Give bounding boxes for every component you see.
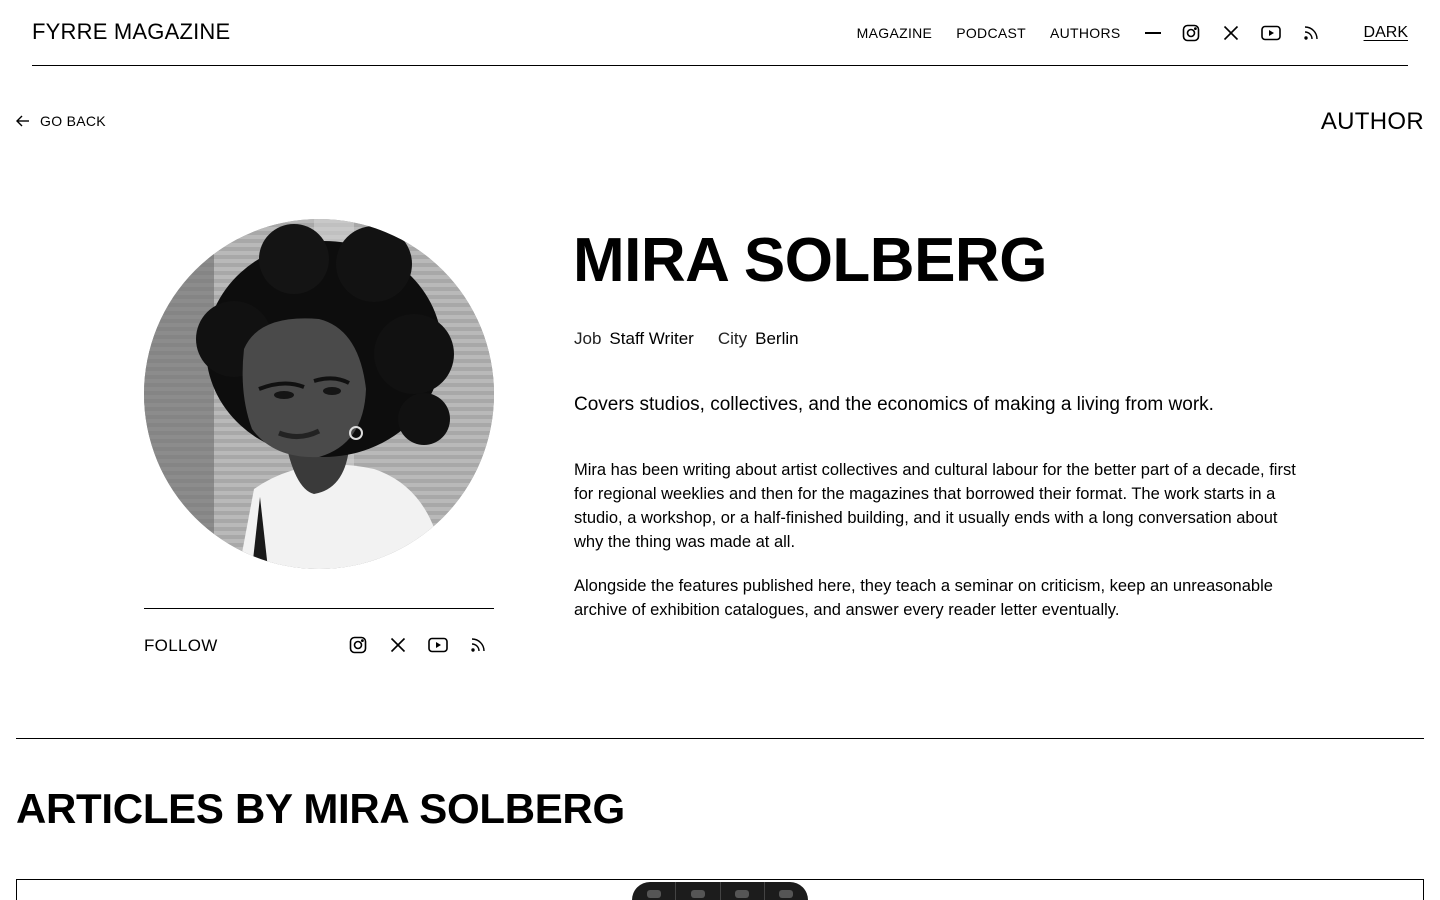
- theme-toggle[interactable]: DARK: [1364, 24, 1408, 42]
- site-logo[interactable]: FYRRE MAGAZINE: [32, 19, 230, 45]
- youtube-icon[interactable]: [1260, 23, 1281, 43]
- instagram-icon[interactable]: [1181, 23, 1201, 43]
- toolbar-segment[interactable]: [676, 882, 721, 900]
- meta-job: Job Staff Writer: [574, 329, 694, 349]
- rss-icon[interactable]: [1301, 23, 1321, 43]
- meta-city-key: City: [717, 329, 748, 348]
- main-nav: MAGAZINE PODCAST AUTHORS DARK: [857, 0, 1408, 66]
- follow-label: FOLLOW: [144, 636, 218, 655]
- go-back-label: GO BACK: [40, 113, 106, 129]
- author-tagline: Covers studios, collectives, and the eco…: [574, 394, 1214, 415]
- meta-job-key: Job: [574, 329, 602, 348]
- floating-toolbar[interactable]: [632, 882, 808, 900]
- bio-paragraph: Mira has been writing about artist colle…: [574, 461, 1296, 551]
- go-back-link[interactable]: GO BACK: [16, 113, 106, 129]
- articles-heading: ARTICLES BY MIRA SOLBERG: [16, 785, 625, 832]
- meta-job-value: Staff Writer: [609, 329, 694, 348]
- follow-icons: [328, 635, 488, 655]
- bio-paragraph: Alongside the features published here, t…: [574, 577, 1273, 619]
- nav-divider: [1144, 32, 1161, 34]
- site-header: FYRRE MAGAZINE MAGAZINE PODCAST AUTHORS: [32, 0, 1408, 66]
- nav-link-magazine[interactable]: MAGAZINE: [857, 25, 933, 41]
- toolbar-segment[interactable]: [632, 882, 677, 900]
- youtube-icon[interactable]: [428, 635, 448, 655]
- author-meta: Job Staff Writer City Berlin: [574, 329, 823, 349]
- author-bio: Mira has been writing about artist colle…: [574, 458, 1304, 642]
- x-icon[interactable]: [388, 635, 408, 655]
- section-divider: [16, 738, 1424, 739]
- author-portrait: [144, 219, 494, 569]
- nav-link-authors[interactable]: AUTHORS: [1050, 25, 1121, 41]
- rss-icon[interactable]: [468, 635, 488, 655]
- follow-block: FOLLOW: [144, 608, 494, 668]
- toolbar-segment[interactable]: [765, 882, 808, 900]
- arrow-left-icon: [16, 115, 29, 127]
- x-icon[interactable]: [1221, 23, 1241, 43]
- author-name: MIRA SOLBERG: [573, 226, 1047, 295]
- page-label: AUTHOR: [1320, 108, 1424, 135]
- nav-link-podcast[interactable]: PODCAST: [956, 25, 1026, 41]
- toolbar-segment[interactable]: [721, 882, 765, 900]
- meta-city: City Berlin: [718, 329, 799, 349]
- instagram-icon[interactable]: [348, 635, 368, 655]
- meta-city-value: Berlin: [755, 329, 799, 348]
